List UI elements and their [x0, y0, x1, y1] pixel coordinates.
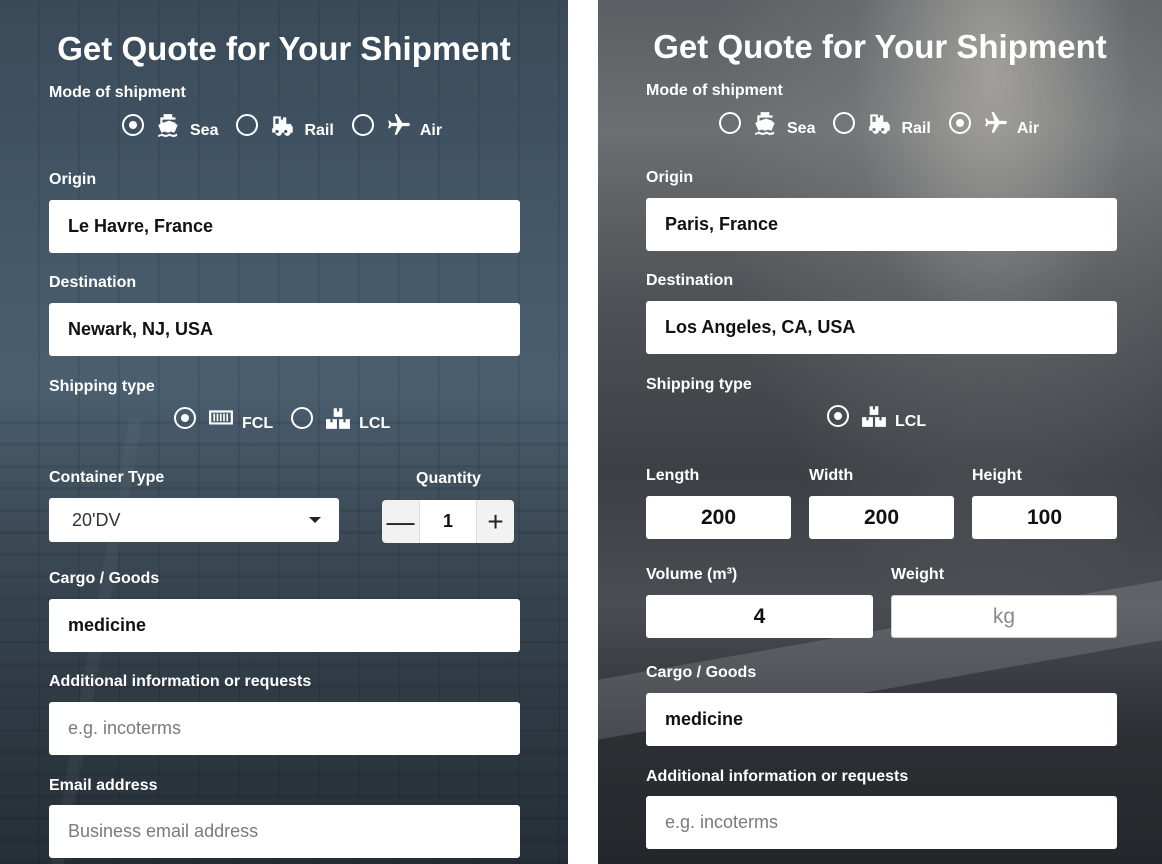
shipping-radio-fcl[interactable] [174, 407, 196, 429]
train-icon [270, 112, 296, 138]
mode-label-sea: Sea [190, 122, 219, 139]
quantity-stepper: — 1 + [382, 500, 514, 543]
boxes-icon [861, 403, 887, 429]
container-type-value: 20'DV [72, 509, 121, 530]
origin-label: Origin [646, 169, 694, 186]
volume-input[interactable]: 4 [646, 595, 873, 638]
mode-radio-rail[interactable] [833, 112, 856, 134]
origin-label: Origin [49, 171, 97, 188]
airplane-icon [386, 112, 412, 138]
shipping-type-label: Shipping type [49, 378, 155, 395]
weight-label: Weight [891, 566, 945, 583]
mode-label: Mode of shipment [49, 84, 186, 101]
chevron-down-icon [309, 517, 321, 523]
additional-info-input[interactable]: e.g. incoterms [49, 702, 520, 755]
cargo-label: Cargo / Goods [49, 570, 160, 587]
plus-button[interactable]: + [477, 500, 514, 543]
mode-label-sea: Sea [787, 120, 816, 137]
mode-radio-sea[interactable] [122, 114, 144, 136]
boxes-icon [325, 405, 351, 431]
shipping-label-lcl: LCL [895, 413, 927, 430]
length-label: Length [646, 467, 700, 484]
mode-radio-air[interactable] [351, 114, 374, 136]
volume-label: Volume (m³) [646, 566, 738, 583]
additional-info-input[interactable]: e.g. incoterms [646, 796, 1117, 849]
mode-options: Sea Rail Air [719, 110, 1057, 137]
shipping-radio-lcl[interactable] [291, 407, 314, 429]
cargo-input[interactable]: medicine [49, 599, 520, 652]
shipping-label-lcl: LCL [359, 415, 391, 432]
length-input[interactable]: 200 [646, 496, 791, 539]
mode-label-air: Air [1016, 120, 1040, 137]
weight-input[interactable]: kg [891, 595, 1117, 638]
destination-input[interactable]: Los Angeles, CA, USA [646, 301, 1117, 354]
shipping-label-fcl: FCL [242, 415, 274, 432]
mode-label: Mode of shipment [646, 82, 783, 99]
destination-label: Destination [49, 274, 137, 291]
shipping-type-options: FCL LCL [174, 405, 408, 432]
email-input[interactable]: Business email address [49, 805, 520, 858]
shipping-type-label: Shipping type [646, 376, 752, 393]
additional-info-label: Additional information or requests [49, 673, 312, 690]
cargo-input[interactable]: medicine [646, 693, 1117, 746]
mode-radio-air[interactable] [948, 112, 971, 134]
ship-icon [753, 110, 779, 136]
mode-label-rail: Rail [901, 120, 931, 137]
height-input[interactable]: 100 [972, 496, 1117, 539]
container-type-label: Container Type [49, 469, 165, 486]
quote-form-air: Get Quote for Your Shipment Mode of ship… [598, 0, 1162, 864]
mode-radio-sea[interactable] [719, 112, 741, 134]
destination-input[interactable]: Newark, NJ, USA [49, 303, 520, 356]
email-label: Email address [49, 777, 158, 794]
ship-icon [156, 112, 182, 138]
quantity-value[interactable]: 1 [419, 500, 477, 543]
origin-input[interactable]: Paris, France [646, 198, 1117, 251]
minus-button[interactable]: — [382, 500, 419, 543]
mode-options: Sea Rail Air [122, 112, 460, 139]
quantity-label: Quantity [416, 470, 481, 487]
origin-input[interactable]: Le Havre, France [49, 200, 520, 253]
container-icon [208, 405, 234, 431]
shipping-type-options: LCL [827, 403, 944, 430]
width-label: Width [809, 467, 854, 484]
mode-label-air: Air [419, 122, 443, 139]
container-type-select[interactable]: 20'DV [49, 498, 339, 542]
quote-form-sea: Get Quote for Your Shipment Mode of ship… [0, 0, 568, 864]
airplane-icon [983, 110, 1009, 136]
additional-info-label: Additional information or requests [646, 768, 909, 785]
mode-label-rail: Rail [304, 122, 334, 139]
cargo-label: Cargo / Goods [646, 664, 757, 681]
form-title: Get Quote for Your Shipment [57, 30, 511, 67]
height-label: Height [972, 467, 1022, 484]
width-input[interactable]: 200 [809, 496, 954, 539]
form-title: Get Quote for Your Shipment [653, 28, 1107, 65]
shipping-radio-lcl[interactable] [827, 405, 849, 427]
mode-radio-rail[interactable] [236, 114, 259, 136]
train-icon [867, 110, 893, 136]
destination-label: Destination [646, 272, 734, 289]
